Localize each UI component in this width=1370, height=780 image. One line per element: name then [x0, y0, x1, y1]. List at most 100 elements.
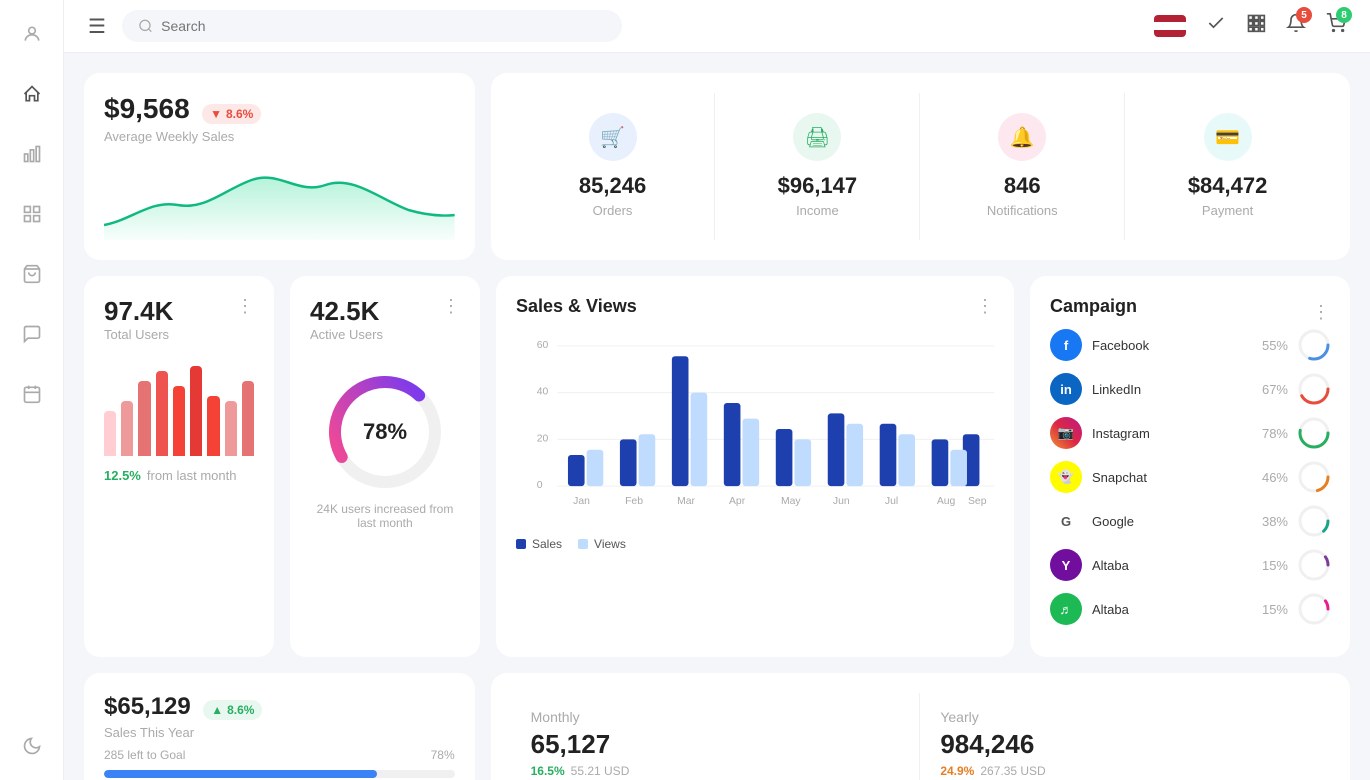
- stat-orders: 🛒 85,246 Orders: [511, 93, 716, 240]
- campaign-logo-ig: 📷: [1050, 417, 1082, 449]
- orders-label: Orders: [593, 203, 633, 218]
- checkmark-icon[interactable]: [1206, 13, 1226, 39]
- total-users-card: 97.4K Total Users ⋮ 12: [84, 276, 274, 657]
- active-users-sub: 24K users increased from last month: [310, 502, 460, 530]
- header-right: 5 8: [1154, 13, 1346, 39]
- sales-views-chart: 60 40 20 0: [516, 329, 994, 529]
- campaign-pct-0: 55%: [1252, 338, 1288, 353]
- notifications-icon-wrap: 🔔: [998, 113, 1046, 161]
- notifications-icon[interactable]: 5: [1286, 13, 1306, 39]
- sales-year-label: Sales This Year: [104, 725, 455, 740]
- campaign-pct-1: 67%: [1252, 382, 1288, 397]
- sidebar-icon-calendar[interactable]: [14, 376, 50, 412]
- svg-text:Aug: Aug: [937, 496, 956, 507]
- campaign-card: Campaign ⋮ f Facebook 55% in LinkedIn 67…: [1030, 276, 1350, 657]
- svg-text:May: May: [781, 496, 801, 507]
- active-users-label: Active Users: [310, 327, 383, 342]
- yearly-item: Yearly 984,246 24.9% 267.35 USD: [920, 693, 1330, 780]
- sidebar: [0, 0, 64, 780]
- campaign-logo-go: G: [1050, 505, 1082, 537]
- sidebar-icon-chart[interactable]: [14, 136, 50, 172]
- svg-text:20: 20: [537, 433, 549, 444]
- monthly-yearly-card: Monthly 65,127 16.5% 55.21 USD Yearly 98…: [491, 673, 1350, 780]
- sidebar-icon-home[interactable]: [14, 76, 50, 112]
- notifications-badge: 5: [1296, 7, 1312, 23]
- income-label: Income: [796, 203, 839, 218]
- gauge-chart: 78%: [325, 372, 445, 492]
- search-bar[interactable]: [122, 10, 622, 42]
- campaign-name-5: Altaba: [1092, 558, 1242, 573]
- campaign-donut-0: [1298, 329, 1330, 361]
- row2: 97.4K Total Users ⋮ 12: [84, 276, 1350, 657]
- sales-year-progress-bar: [104, 770, 455, 778]
- campaign-logo-li: in: [1050, 373, 1082, 405]
- cart-icon[interactable]: 8: [1326, 13, 1346, 39]
- sidebar-icon-chat[interactable]: [14, 316, 50, 352]
- campaign-pct-2: 78%: [1252, 426, 1288, 441]
- campaign-menu[interactable]: ⋮: [1312, 302, 1330, 323]
- weekly-sales-value: $9,568: [104, 93, 190, 124]
- campaign-donut-6: [1298, 593, 1330, 625]
- campaign-donut-3: [1298, 461, 1330, 493]
- income-value: $96,147: [778, 173, 858, 199]
- total-users-menu[interactable]: ⋮: [236, 296, 254, 317]
- search-icon: [138, 18, 153, 34]
- campaign-pct-5: 15%: [1252, 558, 1288, 573]
- monthly-sub: 55.21 USD: [571, 764, 630, 778]
- header: ☰ 5 8: [64, 0, 1370, 53]
- flag-icon[interactable]: [1154, 15, 1186, 37]
- sales-views-menu[interactable]: ⋮: [976, 296, 994, 317]
- total-users-change: 12.5%: [104, 468, 141, 483]
- svg-text:Jan: Jan: [573, 496, 590, 507]
- svg-text:0: 0: [537, 480, 543, 491]
- sidebar-icon-user[interactable]: [14, 16, 50, 52]
- campaign-logo-sc: 👻: [1050, 461, 1082, 493]
- svg-text:Feb: Feb: [625, 496, 643, 507]
- grid-apps-icon[interactable]: [1246, 13, 1266, 39]
- notifications-value: 846: [1004, 173, 1041, 199]
- campaign-title: Campaign: [1050, 296, 1137, 317]
- monthly-pct: 16.5%: [531, 764, 565, 778]
- sales-views-legend: Sales Views: [516, 537, 994, 551]
- orders-icon-wrap: 🛒: [589, 113, 637, 161]
- search-input[interactable]: [161, 18, 606, 34]
- menu-icon[interactable]: ☰: [88, 14, 106, 39]
- monthly-label: Monthly: [531, 709, 900, 725]
- campaign-name-1: LinkedIn: [1092, 382, 1242, 397]
- total-users-change-text: from last month: [147, 468, 237, 483]
- campaign-pct-4: 38%: [1252, 514, 1288, 529]
- payment-value: $84,472: [1188, 173, 1268, 199]
- campaign-logo-ya: Y: [1050, 549, 1082, 581]
- active-users-menu[interactable]: ⋮: [442, 296, 460, 317]
- svg-text:Sep: Sep: [968, 496, 987, 507]
- progress-fill: [104, 770, 377, 778]
- campaign-item-altaba: Y Altaba 15%: [1050, 549, 1330, 581]
- active-users-value: 42.5K: [310, 296, 383, 327]
- row3: $65,129 ▲ 8.6% Sales This Year 285 left …: [84, 673, 1350, 780]
- campaign-item-altaba: ♬ Altaba 15%: [1050, 593, 1330, 625]
- svg-text:60: 60: [537, 340, 549, 351]
- svg-text:40: 40: [537, 387, 549, 398]
- campaign-name-2: Instagram: [1092, 426, 1242, 441]
- stat-income: 🖨 $96,147 Income: [715, 93, 920, 240]
- sales-views-title: Sales & Views: [516, 296, 637, 317]
- total-users-value: 97.4K: [104, 296, 173, 327]
- payment-label: Payment: [1202, 203, 1253, 218]
- yearly-value: 984,246: [940, 729, 1310, 760]
- main-content: ☰ 5 8: [64, 0, 1370, 780]
- monthly-value: 65,127: [531, 729, 900, 760]
- monthly-item: Monthly 65,127 16.5% 55.21 USD: [511, 693, 921, 780]
- weekly-sales-card: $9,568 ▼ 8.6% Average Weekly Sales: [84, 73, 475, 260]
- campaign-list: f Facebook 55% in LinkedIn 67% 📷 Instagr…: [1050, 329, 1330, 625]
- sales-year-progress-pct: 78%: [431, 748, 455, 762]
- sidebar-icon-moon[interactable]: [14, 728, 50, 764]
- notifications-label: Notifications: [987, 203, 1058, 218]
- sidebar-icon-cart[interactable]: [14, 256, 50, 292]
- svg-text:Mar: Mar: [677, 496, 695, 507]
- weekly-sales-label: Average Weekly Sales: [104, 129, 455, 144]
- weekly-sales-chart: [104, 160, 455, 240]
- sales-this-year-card: $65,129 ▲ 8.6% Sales This Year 285 left …: [84, 673, 475, 780]
- campaign-donut-5: [1298, 549, 1330, 581]
- campaign-logo-sp: ♬: [1050, 593, 1082, 625]
- sidebar-icon-grid[interactable]: [14, 196, 50, 232]
